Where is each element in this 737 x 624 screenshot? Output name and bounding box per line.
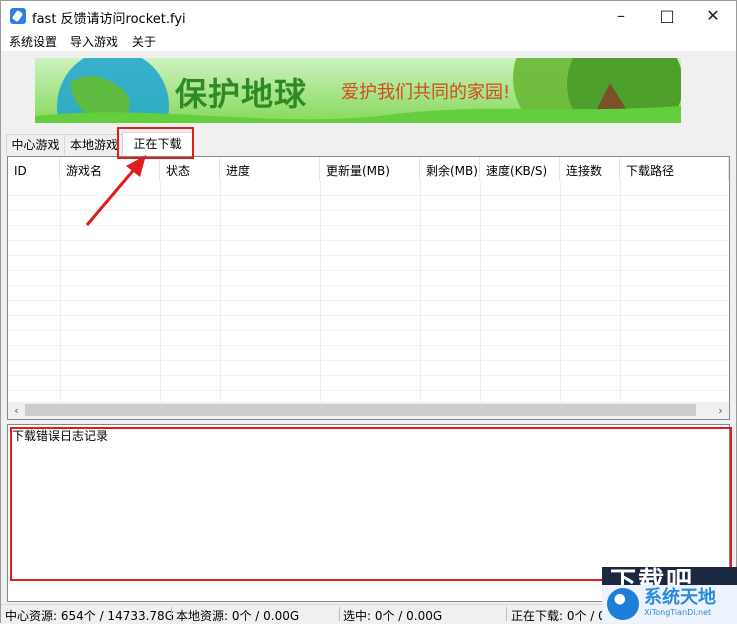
column-download-path[interactable]: 下载路径 <box>620 157 729 181</box>
menu-about[interactable]: 关于 <box>132 33 156 50</box>
maximize-button[interactable]: □ <box>644 1 690 31</box>
banner-subtitle: 爱护我们共同的家园! <box>341 82 511 103</box>
downloading-tab-highlight <box>117 127 194 159</box>
column-status[interactable]: 状态 <box>160 157 220 181</box>
column-divider <box>320 181 321 403</box>
watermark-logo-icon <box>607 588 639 620</box>
table-header: ID 游戏名 状态 进度 更新量(MB) 剩余(MB) 速度(KB/S) 连接数… <box>8 157 729 181</box>
status-center-resources: 中心资源: 654个 / 14733.78G <box>5 609 174 623</box>
app-window: fast 反馈请访问rocket.fyi – □ ✕ 系统设置 导入游戏 关于 … <box>0 0 737 623</box>
column-divider <box>60 181 61 403</box>
title-bar: fast 反馈请访问rocket.fyi – □ ✕ <box>1 1 736 31</box>
tab-local-games[interactable]: 本地游戏 <box>64 134 124 155</box>
main-tabs: 中心游戏 本地游戏 正在下载 <box>6 132 406 156</box>
column-divider <box>420 181 421 403</box>
column-connections[interactable]: 连接数 <box>560 157 620 181</box>
scroll-right-icon[interactable]: › <box>712 402 729 419</box>
banner-title: 保护地球 <box>175 75 308 113</box>
status-separator <box>171 607 172 621</box>
tab-center-games[interactable]: 中心游戏 <box>6 134 65 155</box>
log-highlight <box>10 427 732 581</box>
site-watermark: 下载吧 系统天地 XiTongTianDi.net <box>602 567 737 623</box>
watermark-site: XiTongTianDi.net <box>644 608 712 617</box>
column-divider <box>560 181 561 403</box>
column-divider <box>220 181 221 403</box>
horizontal-scrollbar[interactable]: ‹ › <box>8 402 729 419</box>
column-divider <box>620 181 621 403</box>
column-update-size[interactable]: 更新量(MB) <box>320 157 420 181</box>
rocket-app-icon <box>10 8 26 24</box>
earth-protection-banner: 保护地球 爱护我们共同的家园! <box>35 58 681 123</box>
minimize-button[interactable]: – <box>598 1 644 31</box>
status-separator <box>339 607 340 621</box>
scroll-thumb[interactable] <box>25 404 696 416</box>
menu-import-games[interactable]: 导入游戏 <box>70 33 118 50</box>
close-button[interactable]: ✕ <box>690 1 736 31</box>
column-divider <box>480 181 481 403</box>
status-downloading: 正在下载: 0个 / 0 <box>511 609 606 623</box>
column-speed[interactable]: 速度(KB/S) <box>480 157 560 181</box>
column-id[interactable]: ID <box>8 157 60 181</box>
menu-system-settings[interactable]: 系统设置 <box>9 33 57 50</box>
column-game-name[interactable]: 游戏名 <box>60 157 160 181</box>
column-remaining[interactable]: 剩余(MB) <box>420 157 480 181</box>
status-local-resources: 本地资源: 0个 / 0.00G <box>176 609 300 623</box>
status-selected: 选中: 0个 / 0.00G <box>343 609 443 623</box>
status-separator <box>506 607 507 621</box>
scroll-left-icon[interactable]: ‹ <box>8 402 25 419</box>
column-progress[interactable]: 进度 <box>220 157 320 181</box>
watermark-name: 系统天地 <box>644 587 716 608</box>
downloads-table: ID 游戏名 状态 进度 更新量(MB) 剩余(MB) 速度(KB/S) 连接数… <box>7 156 730 420</box>
menu-bar: 系统设置 导入游戏 关于 <box>1 31 736 51</box>
window-title: fast 反馈请访问rocket.fyi <box>32 12 186 27</box>
column-divider <box>160 181 161 403</box>
